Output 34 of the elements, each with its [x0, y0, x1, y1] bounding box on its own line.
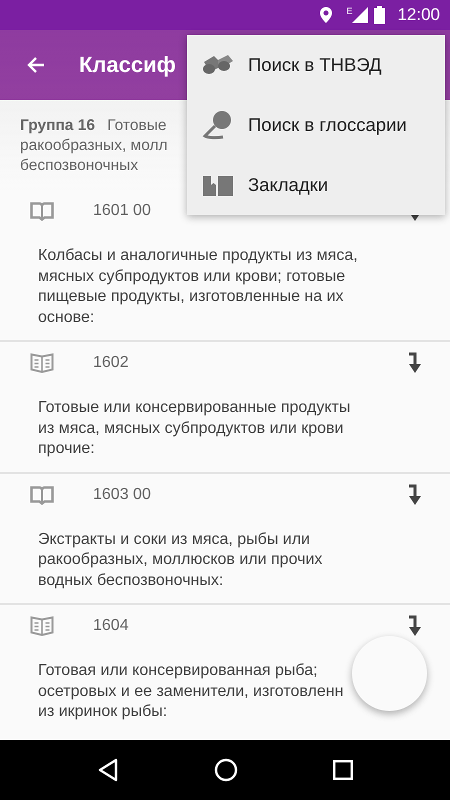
arrow-down-icon[interactable]: [408, 484, 422, 506]
status-time: 12:00: [397, 5, 440, 25]
code-text: 1601 00: [93, 202, 152, 220]
recents-icon[interactable]: [332, 760, 353, 780]
description-text: Готовые или консервированные продукты из мяса, мясных субпродуктов или крови прочие:: [38, 398, 350, 459]
code-text: 1603 00: [93, 486, 152, 504]
menu-item[interactable]: Поиск в ТНВЭД: [187, 35, 445, 95]
arrow-down-icon[interactable]: [408, 615, 422, 637]
signal-icon: [352, 7, 368, 23]
group-description: Готовые: [107, 117, 166, 134]
description-text: Готовая или консервированная рыба; осетровых и ее заменители, изготовленн из икринок рыбы:: [38, 661, 344, 722]
group-description: беспозвоночных: [20, 157, 138, 174]
book-icon: [30, 352, 54, 374]
magnifier-icon: [202, 110, 234, 140]
book-icon: [30, 484, 54, 504]
description-text: Колбасы и аналогичные продукты из мяса, мясных субпродуктов или крови; готовые пищевые продукты, изготовленные на их основе:: [38, 246, 358, 328]
arrow-down-icon[interactable]: [408, 352, 422, 374]
group-description: ракообразных, молл: [20, 137, 168, 154]
screen-title: Классиф: [79, 52, 176, 78]
menu-item[interactable]: Закладки: [187, 155, 445, 215]
battery-icon: [374, 6, 386, 24]
bookmark-book-icon: [202, 173, 234, 197]
description-text: Экстракты и соки из мяса, рыбы или ракообразных, моллюсков или прочих водных беспозвоночных:: [38, 530, 322, 590]
group-label: Группа 16: [20, 117, 95, 134]
home-icon[interactable]: [214, 758, 238, 782]
back-nav-icon[interactable]: [97, 758, 120, 782]
binoculars-icon: [202, 54, 234, 76]
book-icon: [30, 201, 54, 221]
code-text: 1602: [93, 354, 130, 372]
menu-item[interactable]: Поиск в глоссарии: [187, 95, 445, 155]
code-text: 1604: [93, 617, 130, 635]
network-type: E: [346, 6, 352, 16]
location-icon: [320, 7, 332, 23]
book-icon: [30, 615, 54, 637]
